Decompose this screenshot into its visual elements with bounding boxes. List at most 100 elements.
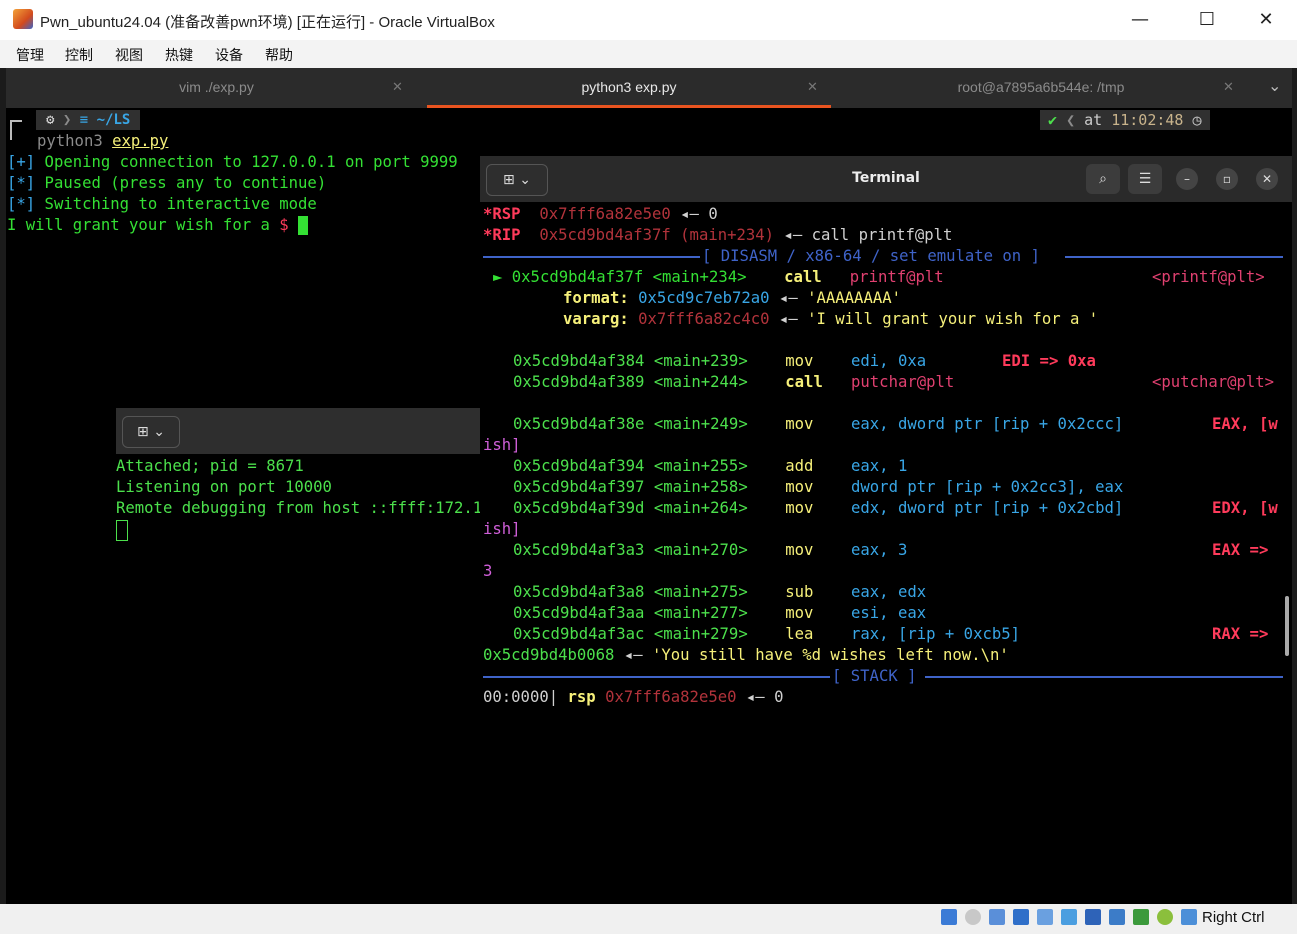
guest-additions-icon[interactable] (1133, 909, 1149, 925)
menu-item-view[interactable]: 视图 (115, 45, 143, 65)
maximize-icon[interactable]: ▫ (1216, 168, 1238, 190)
usb-icon[interactable] (1037, 909, 1053, 925)
instr-op: add (785, 457, 814, 475)
instruction-line: 0x5cd9bd4af3a3 <main+270> mov eax, 3 (513, 540, 907, 561)
window-titlebar[interactable]: Pwn_ubuntu24.04 (准备改善pwn环境) [正在运行] - Ora… (0, 0, 1297, 40)
instr-args: edx, dword ptr [rip + 0x2cbd] (851, 499, 1124, 517)
tab-close-icon[interactable]: ✕ (807, 68, 818, 106)
instr-sym: <main+258> (653, 478, 748, 496)
instr-sym: <main+279> (653, 625, 748, 643)
instr-sym: <main+249> (653, 415, 748, 433)
instr-sym: <main+277> (653, 604, 748, 622)
instr-addr: 0x5cd9bd4af384 (513, 352, 645, 370)
tab-root-tmp[interactable]: root@a7895a6b544e: /tmp (831, 68, 1251, 106)
os-icon: ⚙ (46, 112, 55, 128)
menu-item-help[interactable]: 帮助 (265, 45, 293, 65)
pointer-arrow: ◂— (769, 310, 808, 328)
instr-note: EAX, [w (1212, 415, 1278, 433)
display-icon[interactable] (1085, 909, 1101, 925)
prompt-separator-icon: ❮ (1066, 111, 1076, 129)
call-target: <putchar@plt> (1152, 373, 1275, 391)
new-tab-button[interactable]: ⊞ ⌄ (122, 416, 180, 448)
format-line: format: 0x5cd9c7eb72a0 ◂— 'AAAAAAAA' (563, 288, 901, 309)
output-tag: [+] (7, 153, 36, 171)
stack-header: [ STACK ] (832, 667, 917, 685)
close-button[interactable]: ✕ (1246, 6, 1286, 34)
instr-note: EDX, [w (1212, 499, 1278, 517)
current-instruction: ► 0x5cd9bd4af37f <main+234> call printf@… (493, 267, 944, 288)
register-name: *RIP (483, 226, 521, 244)
prompt-segment: ⚙ ❯ ≡ ~/LS (36, 110, 141, 130)
instr-sym: <main+239> (653, 352, 748, 370)
instr-args: eax, 1 (851, 457, 908, 475)
output-tag: [*] (7, 195, 36, 213)
instr-sym: <main+275> (653, 583, 748, 601)
minimize-button[interactable]: — (1120, 6, 1160, 34)
instr-note: RAX => (1212, 625, 1269, 643)
cpu-icon[interactable] (1157, 909, 1173, 925)
instr-addr: 0x5cd9bd4af3aa (513, 604, 645, 622)
close-icon[interactable]: ✕ (1256, 168, 1278, 190)
instr-op: call (784, 268, 822, 286)
scrollbar[interactable] (1285, 596, 1289, 656)
lea-result-line: 0x5cd9bd4b0068 ◂— 'You still have %d wis… (483, 645, 1009, 666)
audio-icon[interactable] (989, 909, 1005, 925)
instr-addr: 0x5cd9bd4af389 (513, 373, 645, 391)
tab-close-icon[interactable]: ✕ (392, 68, 403, 106)
hdd-icon[interactable] (941, 909, 957, 925)
recording-icon[interactable] (1109, 909, 1125, 925)
instr-addr: 0x5cd9bd4af38e (513, 415, 645, 433)
register-value: 0x7fff6a82e5e0 (539, 205, 671, 223)
wrapped-note: 3 (483, 562, 493, 580)
instruction-line: 0x5cd9bd4af3aa <main+277> mov esi, eax (513, 603, 926, 624)
instr-args: esi, eax (851, 604, 927, 622)
shared-folders-icon[interactable] (1061, 909, 1077, 925)
prompt-at: at (1084, 111, 1103, 129)
menu-icon[interactable]: ☰ (1128, 164, 1162, 194)
instr-sym: <main+234> (652, 268, 747, 286)
output-line: [*] Paused (press any to continue) (7, 173, 326, 194)
maximize-button[interactable]: ☐ (1187, 6, 1227, 34)
instr-op: mov (785, 499, 814, 517)
stack-reg: rsp (567, 688, 596, 706)
arg-string: 'AAAAAAAA' (807, 289, 901, 307)
arg-value: 0x7fff6a82c4c0 (638, 310, 770, 328)
tabs-dropdown-icon[interactable]: ⌄ (1268, 68, 1281, 106)
instr-addr: 0x5cd9bd4af3a8 (513, 583, 645, 601)
tab-python3-exp[interactable]: python3 exp.py (427, 68, 831, 106)
output-text: Paused (press any to continue) (35, 174, 327, 192)
guest-screen[interactable]: vim ./exp.py ✕ python3 exp.py ✕ root@a78… (6, 68, 1292, 904)
menu-item-control[interactable]: 控制 (65, 45, 93, 65)
menu-item-hotkeys[interactable]: 热键 (165, 45, 193, 65)
prompt-separator-icon: ❯ (62, 112, 72, 128)
divider (1065, 256, 1283, 258)
instr-sym: <main+264> (653, 499, 748, 517)
instr-sym: <main+244> (653, 373, 748, 391)
window-title: Pwn_ubuntu24.04 (准备改善pwn环境) [正在运行] - Ora… (40, 14, 495, 31)
tab-vim-exp[interactable]: vim ./exp.py (6, 68, 427, 106)
tab-close-icon[interactable]: ✕ (1223, 68, 1234, 106)
output-text: Opening connection to 127.0.0.1 on port … (35, 153, 458, 171)
instruction-line: 0x5cd9bd4af3a8 <main+275> sub eax, edx (513, 582, 926, 603)
register-line: *RSP 0x7fff6a82e5e0 ◂— 0 (483, 204, 718, 225)
gdbserver-terminal-window[interactable]: ⊞ ⌄ Attached; pid = 8671 Listening on po… (116, 408, 482, 904)
wrapped-note: ish] (483, 436, 521, 454)
text-cursor (116, 520, 128, 541)
mouse-integration-icon[interactable] (1181, 909, 1197, 925)
pointer-arrow: ◂— (614, 646, 652, 664)
gdbserver-line: Attached; pid = 8671 (116, 457, 304, 475)
menu-item-devices[interactable]: 设备 (215, 45, 243, 65)
stack-line: 00:0000| rsp 0x7fff6a82e5e0 ◂— 0 (483, 688, 784, 706)
tab-label: vim ./exp.py (179, 79, 254, 95)
minimize-icon[interactable]: – (1176, 168, 1198, 190)
wrapped-note: ish] (483, 520, 521, 538)
gdb-terminal-window[interactable]: ⊞ ⌄ Terminal ⌕ ☰ – ▫ ✕ *RSP 0x7fff6a82e5… (480, 156, 1292, 904)
stack-extra: 0 (774, 688, 784, 706)
instr-op: mov (785, 352, 814, 370)
network-icon[interactable] (1013, 909, 1029, 925)
instr-args: dword ptr [rip + 0x2cc3], eax (851, 478, 1124, 496)
optical-drive-icon[interactable] (965, 909, 981, 925)
menu-item-manage[interactable]: 管理 (16, 45, 44, 65)
menu-bar: 管理 控制 视图 热键 设备 帮助 (0, 40, 1297, 68)
search-icon[interactable]: ⌕ (1086, 164, 1120, 194)
